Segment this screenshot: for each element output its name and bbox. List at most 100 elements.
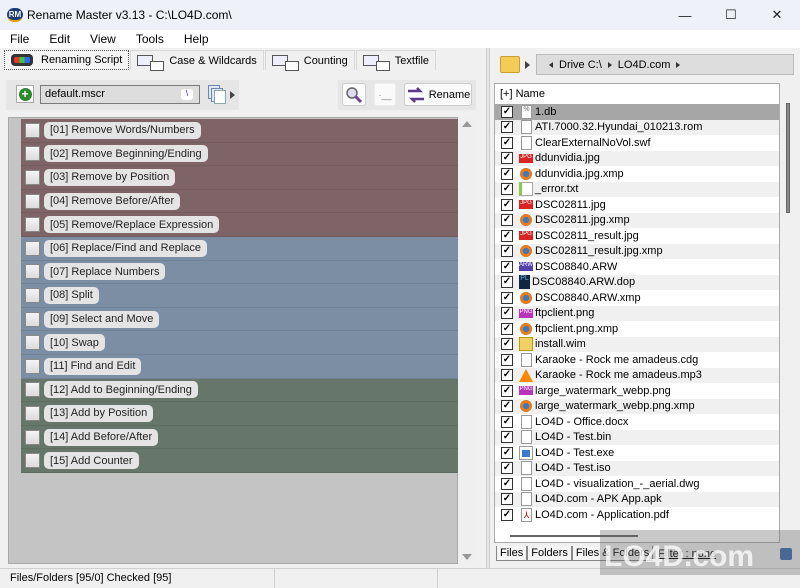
tab-renaming-script[interactable]: Renaming Script xyxy=(4,50,130,70)
step-label[interactable]: [06] Replace/Find and Replace xyxy=(44,239,208,257)
menu-help[interactable]: Help xyxy=(174,32,219,46)
scroll-thumb[interactable] xyxy=(786,103,790,213)
add-script-button[interactable]: + xyxy=(16,85,34,103)
step-label[interactable]: [08] Split xyxy=(44,286,99,304)
step-label[interactable]: [07] Replace Numbers xyxy=(44,263,166,281)
file-row[interactable]: ✓% 1.db xyxy=(495,104,779,120)
script-step-row[interactable]: [05] Remove/Replace Expression xyxy=(21,213,458,237)
script-step-row[interactable]: [13] Add by Position xyxy=(21,402,458,426)
step-checkbox[interactable] xyxy=(25,146,40,162)
file-row[interactable]: ✓ ARW DSC08840.ARW xyxy=(495,259,779,275)
script-step-row[interactable]: [04] Remove Before/After xyxy=(21,189,458,214)
file-row[interactable]: ✓ ATI.7000.32.Hyundai_010213.rom xyxy=(495,119,779,135)
file-row[interactable]: ✓ JPG ddunvidia.jpg xyxy=(495,150,779,166)
step-checkbox[interactable] xyxy=(25,311,40,327)
tab-case-wildcards[interactable]: Case & Wildcards xyxy=(130,50,264,71)
file-row[interactable]: ✓ ⅄ LO4D.com - Application.pdf xyxy=(495,507,779,523)
file-checkbox[interactable]: ✓ xyxy=(501,400,513,413)
script-step-row[interactable]: [15] Add Counter xyxy=(21,449,458,473)
file-row[interactable]: ✓ JPG DSC02811.jpg xyxy=(495,197,779,213)
file-row[interactable]: ✓ JPG DSC02811_result.jpg xyxy=(495,228,779,244)
step-label[interactable]: [04] Remove Before/After xyxy=(44,192,181,210)
file-checkbox[interactable]: ✓ xyxy=(501,462,513,475)
script-name-field[interactable]: default.mscr \ xyxy=(40,85,200,104)
script-step-row[interactable]: [08] Split xyxy=(21,284,458,308)
step-checkbox[interactable] xyxy=(25,287,40,303)
folder-hand-icon[interactable] xyxy=(500,56,520,73)
file-row[interactable]: ✓ LO4D - Test.bin xyxy=(495,429,779,445)
file-row[interactable]: ✓ LO4D - Office.docx xyxy=(495,414,779,430)
file-row[interactable]: ✓ DSC02811.jpg.xmp xyxy=(495,212,779,228)
file-checkbox[interactable]: ✓ xyxy=(501,307,513,320)
script-step-row[interactable]: [14] Add Before/After xyxy=(21,425,458,450)
step-label[interactable]: [11] Find and Edit xyxy=(44,357,142,375)
step-checkbox[interactable] xyxy=(25,169,40,185)
step-checkbox[interactable] xyxy=(25,405,40,421)
folder-menu-arrow-icon[interactable] xyxy=(525,61,530,69)
file-checkbox[interactable]: ✓ xyxy=(501,105,513,118)
file-row[interactable]: ✓ _error.txt xyxy=(495,181,779,197)
step-label[interactable]: [05] Remove/Replace Expression xyxy=(44,216,220,234)
file-checkbox[interactable]: ✓ xyxy=(501,229,513,242)
file-checkbox[interactable]: ✓ xyxy=(501,338,513,351)
file-checkbox[interactable]: ✓ xyxy=(501,446,513,459)
script-step-row[interactable]: [12] Add to Beginning/Ending xyxy=(21,378,458,403)
file-checkbox[interactable]: ✓ xyxy=(501,508,513,521)
file-row[interactable]: ✓ Karaoke - Rock me amadeus.mp3 xyxy=(495,367,779,383)
breadcrumb-separator-icon[interactable] xyxy=(676,61,681,68)
step-label[interactable]: [10] Swap xyxy=(44,334,105,352)
scroll-up-icon[interactable] xyxy=(462,121,472,127)
file-checkbox[interactable]: ✓ xyxy=(501,198,513,211)
script-step-row[interactable]: [11] Find and Edit xyxy=(21,355,458,379)
edit-pen-icon[interactable]: \ xyxy=(181,89,193,100)
file-checkbox[interactable]: ✓ xyxy=(501,121,513,134)
scroll-down-icon[interactable] xyxy=(462,554,472,560)
tab-folders[interactable]: Folders xyxy=(527,546,572,561)
step-checkbox[interactable] xyxy=(25,193,40,209)
file-checkbox[interactable]: ✓ xyxy=(501,384,513,397)
file-checkbox[interactable]: ✓ xyxy=(501,493,513,506)
file-checkbox[interactable]: ✓ xyxy=(501,152,513,165)
close-button[interactable]: ✕ xyxy=(754,0,800,30)
file-checkbox[interactable]: ✓ xyxy=(501,276,513,289)
file-row[interactable]: ✓ DSC02811_result.jpg.xmp xyxy=(495,243,779,259)
file-checkbox[interactable]: ✓ xyxy=(501,353,513,366)
script-step-row[interactable]: [10] Swap xyxy=(21,331,458,355)
step-checkbox[interactable] xyxy=(25,240,40,256)
file-list-scrollbar[interactable] xyxy=(782,103,796,543)
file-checkbox[interactable]: ✓ xyxy=(501,260,513,273)
tab-files[interactable]: Files xyxy=(496,546,528,561)
preview-button[interactable] xyxy=(342,83,366,106)
file-checkbox[interactable]: ✓ xyxy=(501,136,513,149)
file-checkbox[interactable]: ✓ xyxy=(501,167,513,180)
script-step-row[interactable]: [07] Replace Numbers xyxy=(21,260,458,285)
file-row[interactable]: ✓ ftpclient.png.xmp xyxy=(495,321,779,337)
tab-counting[interactable]: Counting xyxy=(264,50,355,71)
file-row[interactable]: ✓ Karaoke - Rock me amadeus.cdg xyxy=(495,352,779,368)
step-checkbox[interactable] xyxy=(25,429,40,445)
file-checkbox[interactable]: ✓ xyxy=(501,291,513,304)
step-checkbox[interactable] xyxy=(25,264,40,280)
step-checkbox[interactable] xyxy=(25,122,40,138)
menu-view[interactable]: View xyxy=(80,32,126,46)
maximize-button[interactable]: ☐ xyxy=(708,0,754,30)
breadcrumb-folder[interactable]: LO4D.com xyxy=(618,59,671,71)
step-label[interactable]: [12] Add to Beginning/Ending xyxy=(44,381,198,399)
script-step-row[interactable]: [06] Replace/Find and Replace xyxy=(21,237,458,261)
step-label[interactable]: [01] Remove Words/Numbers xyxy=(44,121,201,139)
name-column-header[interactable]: [+] Name xyxy=(495,84,779,104)
file-checkbox[interactable]: ✓ xyxy=(501,183,513,196)
script-step-row[interactable]: [03] Remove by Position xyxy=(21,166,458,190)
file-checkbox[interactable]: ✓ xyxy=(501,415,513,428)
step-label[interactable]: [14] Add Before/After xyxy=(44,428,159,446)
file-checkbox[interactable]: ✓ xyxy=(501,245,513,258)
minimize-button[interactable]: — xyxy=(662,0,708,30)
file-checkbox[interactable]: ✓ xyxy=(501,431,513,444)
file-checkbox[interactable]: ✓ xyxy=(501,369,513,382)
step-checkbox[interactable] xyxy=(25,382,40,398)
file-row[interactable]: ✓ DSC08840.ARW.xmp xyxy=(495,290,779,306)
file-row[interactable]: ✓ PL DSC08840.ARW.dop xyxy=(495,274,779,290)
breadcrumb-separator-icon[interactable] xyxy=(607,61,612,68)
breadcrumb-drive[interactable]: Drive C:\ xyxy=(559,59,602,71)
step-label[interactable]: [02] Remove Beginning/Ending xyxy=(44,145,208,163)
